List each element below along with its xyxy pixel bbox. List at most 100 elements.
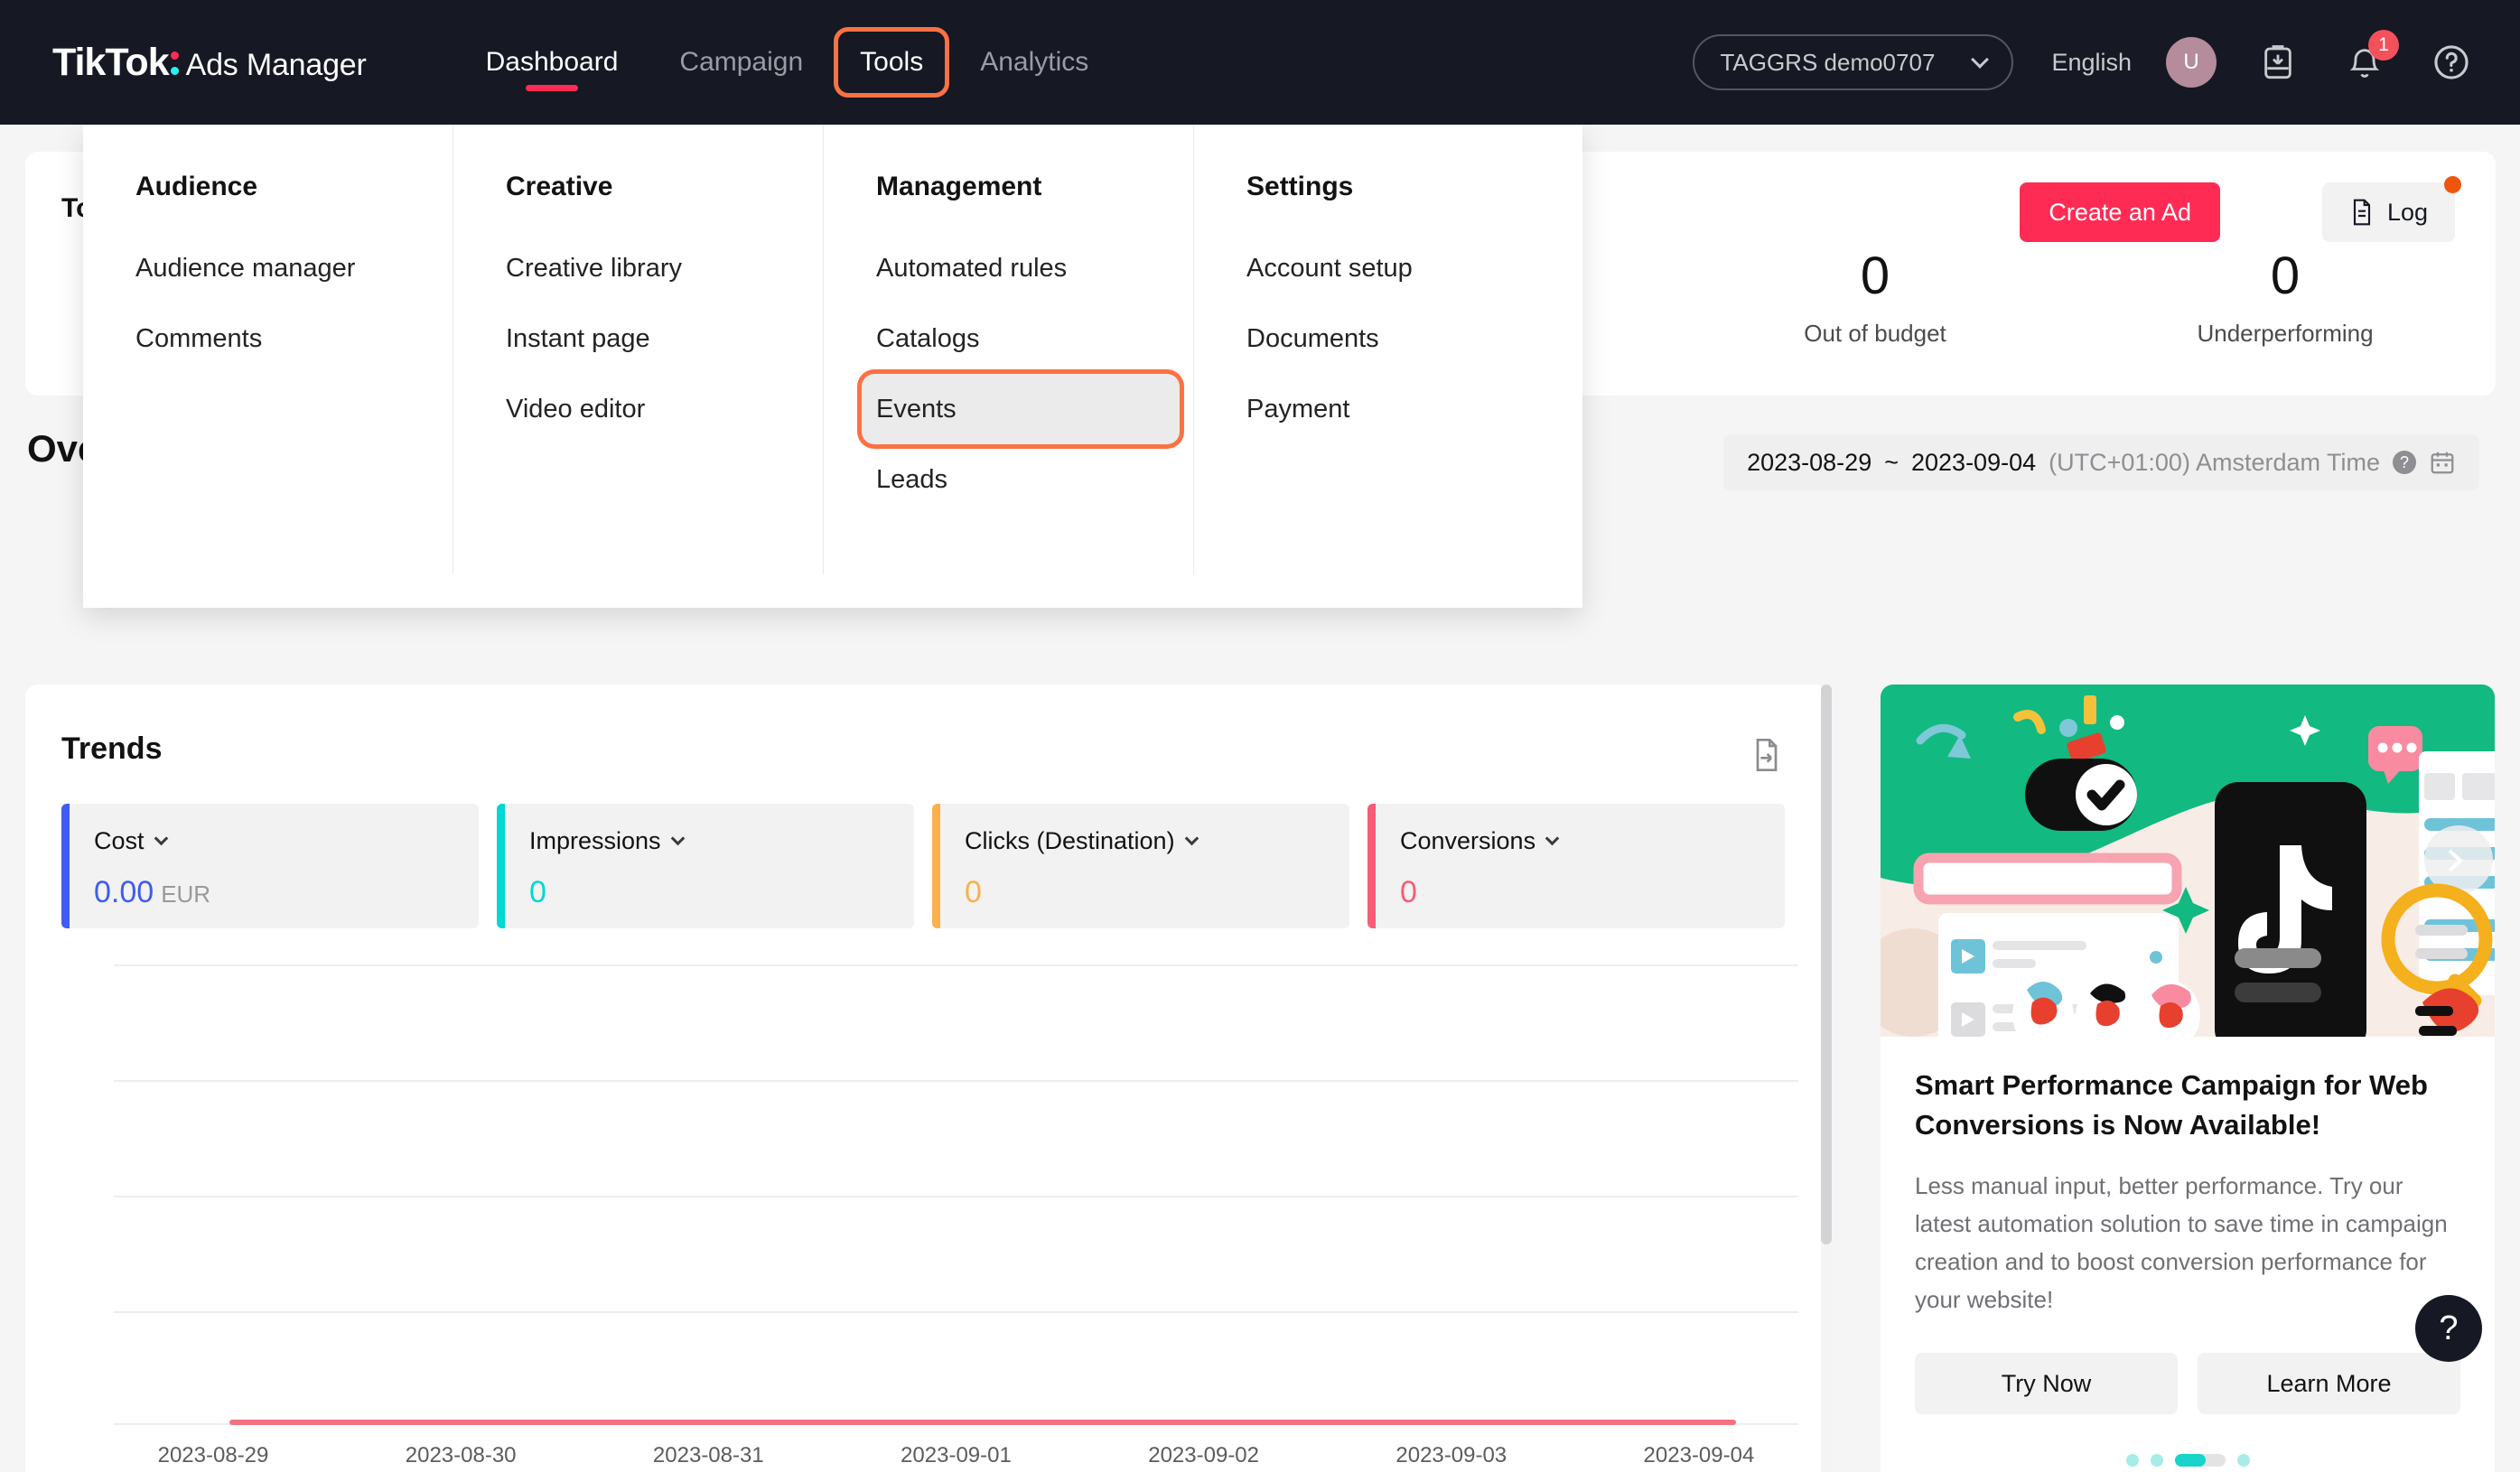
promo-body: Smart Performance Campaign for Web Conve… bbox=[1881, 1037, 2495, 1467]
brand-logo[interactable]: TikTok Ads Manager bbox=[52, 41, 367, 85]
nav-item-tools-label: Tools bbox=[860, 47, 924, 77]
account-selector-label: TAGGRS demo0707 bbox=[1720, 48, 1936, 76]
metric-card-cost[interactable]: Cost 0.00 EUR bbox=[61, 804, 479, 928]
x-tick-label: 2023-09-02 bbox=[1148, 1443, 1259, 1467]
metric-impressions-value: 0 bbox=[529, 875, 546, 909]
menu-item-creative-library[interactable]: Creative library bbox=[491, 233, 809, 303]
nav-item-dashboard[interactable]: Dashboard bbox=[455, 0, 649, 125]
dropdown-column-title: Creative bbox=[506, 172, 613, 201]
language-selector[interactable]: English bbox=[2051, 49, 2132, 77]
menu-item-label: Comments bbox=[135, 323, 263, 353]
timezone-help-icon[interactable]: ? bbox=[2393, 451, 2416, 474]
menu-item-label: Account setup bbox=[1246, 253, 1413, 283]
menu-item-account-setup[interactable]: Account setup bbox=[1232, 233, 1550, 303]
primary-nav-links: Dashboard Campaign Tools Analytics bbox=[455, 0, 1120, 125]
menu-item-comments[interactable]: Comments bbox=[121, 303, 439, 374]
metric-conversions-value-row: 0 bbox=[1400, 875, 1785, 910]
learn-more-button[interactable]: Learn More bbox=[2198, 1353, 2460, 1415]
menu-item-catalogs[interactable]: Catalogs bbox=[862, 303, 1180, 374]
chevron-down-icon bbox=[1545, 831, 1560, 846]
dropdown-column-settings: Settings Account setup Documents Payment bbox=[1194, 125, 1582, 608]
create-an-ad-button[interactable]: Create an Ad bbox=[2020, 182, 2220, 242]
metric-clicks-value: 0 bbox=[965, 875, 982, 909]
x-tick-label: 2023-08-31 bbox=[652, 1443, 764, 1467]
bell-icon[interactable]: 1 bbox=[2339, 30, 2399, 88]
metric-card-impressions[interactable]: Impressions 0 bbox=[497, 804, 914, 928]
metric-card-conversions[interactable]: Conversions 0 bbox=[1367, 804, 1785, 928]
top-navigation-bar: TikTok Ads Manager Dashboard Campaign To… bbox=[0, 0, 2520, 125]
log-unread-dot bbox=[2444, 176, 2461, 193]
carousel-dot[interactable] bbox=[2125, 1454, 2139, 1467]
chart-x-axis-labels: 2023-08-29 2023-08-30 2023-08-31 2023-09… bbox=[114, 1443, 1798, 1468]
trends-title: Trends bbox=[61, 731, 163, 766]
nav-item-analytics[interactable]: Analytics bbox=[949, 0, 1119, 125]
dropdown-column-audience: Audience Audience manager Comments bbox=[83, 125, 453, 608]
metric-clicks-value-row: 0 bbox=[965, 875, 1349, 910]
calendar-icon[interactable] bbox=[2429, 449, 2456, 476]
menu-item-events[interactable]: Events bbox=[862, 374, 1180, 444]
nav-right-cluster: TAGGRS demo0707 English U 1 bbox=[1693, 30, 2477, 90]
carousel-dot-active[interactable] bbox=[2174, 1454, 2226, 1467]
carousel-dot[interactable] bbox=[2236, 1454, 2250, 1467]
stat-out-of-budget-label: Out of budget bbox=[1804, 319, 1946, 347]
language-label: English bbox=[2051, 48, 2132, 76]
trends-vertical-scrollbar[interactable] bbox=[1821, 685, 1832, 1472]
brand-ads-manager-text: Ads Manager bbox=[185, 47, 367, 82]
menu-item-documents[interactable]: Documents bbox=[1232, 303, 1550, 374]
metric-cost-name-row[interactable]: Cost bbox=[94, 827, 479, 855]
stat-out-of-budget-value: 0 bbox=[1860, 247, 1890, 305]
document-icon bbox=[2353, 199, 2371, 226]
chevron-down-icon bbox=[1184, 831, 1199, 846]
help-floating-button-label: ? bbox=[2439, 1309, 2459, 1347]
date-range-timezone: (UTC+01:00) Amsterdam Time bbox=[2049, 448, 2380, 476]
nav-item-campaign[interactable]: Campaign bbox=[649, 0, 834, 125]
metric-conversions-value: 0 bbox=[1400, 875, 1417, 909]
nav-item-campaign-label: Campaign bbox=[679, 47, 804, 77]
promo-actions: Try Now Learn More bbox=[1915, 1353, 2460, 1415]
menu-item-instant-page[interactable]: Instant page bbox=[491, 303, 809, 374]
help-floating-button[interactable]: ? bbox=[2415, 1295, 2482, 1362]
x-tick-label: 2023-09-03 bbox=[1395, 1443, 1507, 1467]
help-icon[interactable] bbox=[2426, 37, 2477, 88]
x-tick-label: 2023-09-01 bbox=[901, 1443, 1012, 1467]
metric-cost-unit: EUR bbox=[161, 880, 211, 908]
nav-item-analytics-label: Analytics bbox=[980, 47, 1089, 77]
log-button[interactable]: Log bbox=[2321, 176, 2461, 242]
menu-item-label: Events bbox=[876, 394, 957, 424]
promo-description: Less manual input, better performance. T… bbox=[1915, 1172, 2448, 1314]
metric-clicks-name-row[interactable]: Clicks (Destination) bbox=[965, 827, 1349, 855]
app-root: TikTok Ads Manager Dashboard Campaign To… bbox=[0, 0, 2520, 1472]
avatar[interactable]: U bbox=[2166, 37, 2217, 88]
metric-conversions-name-row[interactable]: Conversions bbox=[1400, 827, 1785, 855]
date-range-separator: ~ bbox=[1884, 448, 1899, 476]
metric-card-clicks-destination[interactable]: Clicks (Destination) 0 bbox=[932, 804, 1349, 928]
menu-item-leads[interactable]: Leads bbox=[862, 444, 1180, 515]
menu-item-payment[interactable]: Payment bbox=[1232, 374, 1550, 444]
export-icon[interactable] bbox=[1750, 737, 1784, 773]
carousel-dot[interactable] bbox=[2150, 1454, 2163, 1467]
try-now-button[interactable]: Try Now bbox=[1915, 1353, 2178, 1415]
nav-item-tools[interactable]: Tools bbox=[834, 27, 950, 98]
dropdown-column-title: Management bbox=[876, 172, 1042, 201]
trends-line-chart bbox=[114, 964, 1798, 1425]
chart-gridline bbox=[114, 1080, 1798, 1082]
menu-item-video-editor[interactable]: Video editor bbox=[491, 374, 809, 444]
inbox-icon[interactable] bbox=[2253, 37, 2303, 88]
menu-item-label: Documents bbox=[1246, 323, 1379, 353]
metric-impressions-name: Impressions bbox=[529, 827, 661, 854]
dropdown-column-title: Audience bbox=[135, 172, 258, 201]
log-button-label: Log bbox=[2386, 198, 2428, 226]
menu-item-audience-manager[interactable]: Audience manager bbox=[121, 233, 439, 303]
trend-metric-cards: Cost 0.00 EUR Impressions 0 Clicks (Dest… bbox=[61, 804, 1785, 928]
menu-item-automated-rules[interactable]: Automated rules bbox=[862, 233, 1180, 303]
account-selector[interactable]: TAGGRS demo0707 bbox=[1693, 34, 2014, 90]
x-tick-label: 2023-09-04 bbox=[1643, 1443, 1755, 1467]
stat-underperforming-value: 0 bbox=[2270, 247, 2301, 305]
chevron-down-icon bbox=[154, 831, 168, 846]
chart-series-conversions bbox=[229, 1420, 1736, 1425]
metric-impressions-value-row: 0 bbox=[529, 875, 914, 910]
dropdown-column-management: Management Automated rules Catalogs Even… bbox=[824, 125, 1194, 608]
tools-dropdown-menu: Audience Audience manager Comments Creat… bbox=[83, 125, 1582, 608]
date-range-picker[interactable]: 2023-08-29 ~ 2023-09-04 (UTC+01:00) Amst… bbox=[1723, 434, 2479, 490]
metric-impressions-name-row[interactable]: Impressions bbox=[529, 827, 914, 855]
